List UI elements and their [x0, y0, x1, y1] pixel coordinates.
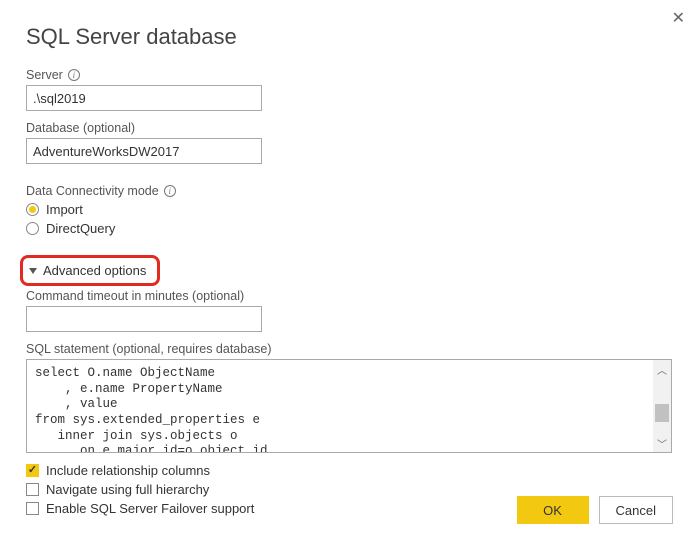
close-icon[interactable]: ✕: [672, 8, 685, 28]
radio-directquery-control[interactable]: [26, 222, 39, 235]
scroll-up-icon[interactable]: ︿: [653, 360, 671, 378]
info-icon[interactable]: i: [164, 185, 176, 197]
connectivity-label-text: Data Connectivity mode: [26, 184, 159, 198]
timeout-input[interactable]: [26, 306, 262, 332]
radio-import-control[interactable]: [26, 203, 39, 216]
timeout-field-block: Command timeout in minutes (optional): [26, 289, 673, 332]
sql-field-block: SQL statement (optional, requires databa…: [26, 342, 673, 453]
sql-server-database-dialog: ✕ SQL Server database Server i Database …: [0, 0, 699, 538]
sql-textarea[interactable]: [27, 360, 653, 452]
database-field-block: Database (optional): [26, 121, 673, 164]
check-failover-control[interactable]: [26, 502, 39, 515]
check-relationship-control[interactable]: [26, 464, 39, 477]
database-label: Database (optional): [26, 121, 673, 135]
dialog-title: SQL Server database: [26, 24, 673, 50]
radio-import[interactable]: Import: [26, 202, 673, 217]
check-relationship-label: Include relationship columns: [46, 463, 210, 478]
timeout-label: Command timeout in minutes (optional): [26, 289, 673, 303]
sql-label: SQL statement (optional, requires databa…: [26, 342, 673, 356]
advanced-options-toggle[interactable]: Advanced options: [26, 258, 154, 283]
check-relationship[interactable]: Include relationship columns: [26, 463, 673, 478]
check-hierarchy-label: Navigate using full hierarchy: [46, 482, 209, 497]
database-input[interactable]: [26, 138, 262, 164]
check-failover-label: Enable SQL Server Failover support: [46, 501, 254, 516]
ok-button[interactable]: OK: [517, 496, 589, 524]
radio-directquery[interactable]: DirectQuery: [26, 221, 673, 236]
scrollbar[interactable]: ︿ ﹀: [653, 360, 671, 452]
scroll-down-icon[interactable]: ﹀: [653, 434, 671, 452]
connectivity-label: Data Connectivity mode i: [26, 184, 673, 198]
info-icon[interactable]: i: [68, 69, 80, 81]
server-label: Server i: [26, 68, 673, 82]
check-hierarchy[interactable]: Navigate using full hierarchy: [26, 482, 673, 497]
scroll-thumb[interactable]: [655, 404, 669, 422]
dialog-buttons: OK Cancel: [517, 496, 673, 524]
advanced-options-label: Advanced options: [43, 263, 146, 278]
scroll-track[interactable]: [655, 378, 669, 434]
radio-directquery-label: DirectQuery: [46, 221, 115, 236]
sql-textarea-wrap: ︿ ﹀: [26, 359, 672, 453]
check-hierarchy-control[interactable]: [26, 483, 39, 496]
server-label-text: Server: [26, 68, 63, 82]
server-field-block: Server i: [26, 68, 673, 111]
connectivity-section: Data Connectivity mode i Import DirectQu…: [26, 184, 673, 236]
server-input[interactable]: [26, 85, 262, 111]
expand-collapse-icon: [29, 268, 37, 274]
cancel-button[interactable]: Cancel: [599, 496, 673, 524]
radio-import-label: Import: [46, 202, 83, 217]
